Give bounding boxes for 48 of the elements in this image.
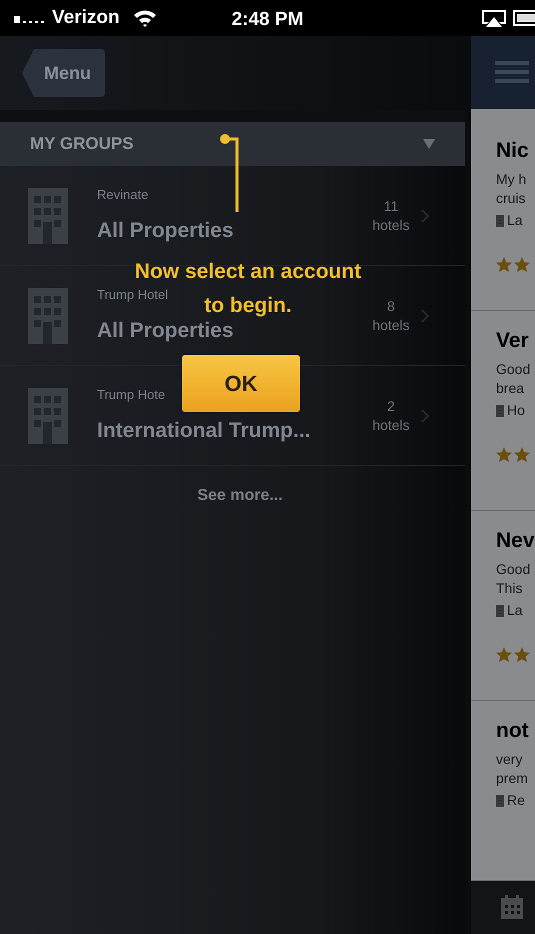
chevron-icon [421, 408, 429, 422]
account-name: Trump Hotel [97, 286, 168, 304]
calendar-icon[interactable] [501, 895, 523, 920]
battery-icon [513, 10, 535, 26]
hotel-name: La [507, 211, 523, 230]
review-title: not [496, 718, 529, 744]
clock-text: 2:48 PM [232, 9, 304, 30]
hotel-unit: hotels [371, 316, 411, 334]
review-text: Good [496, 560, 530, 580]
review-title: Nev [496, 528, 535, 554]
account-name: Trump Hote [97, 386, 166, 404]
hotel-name: Ho [507, 401, 525, 420]
coach-message: to begin. [204, 293, 292, 319]
carrier-name: Verizon [52, 6, 120, 30]
star-rating-drawing [496, 647, 530, 662]
review-text: very [496, 750, 522, 770]
hotel-name: Re [507, 791, 525, 810]
review-text: My h [496, 170, 526, 190]
chevron-icon [421, 208, 429, 222]
menu-icon[interactable] [495, 59, 529, 86]
see-more-link[interactable]: See more... [197, 466, 283, 526]
group-name: All Properties [97, 318, 234, 344]
airplay-icon [481, 8, 507, 28]
account-name: Revinate [97, 186, 148, 204]
review-text: cruis [496, 189, 526, 208]
star-rating-drawing [496, 447, 530, 462]
wifi-icon [132, 8, 158, 28]
hotel-unit: hotels [371, 416, 411, 434]
hotel-name: La [507, 601, 523, 620]
section-title: MY GROUPS [30, 133, 134, 156]
ok-button[interactable]: OK [182, 355, 300, 412]
coach-message: Now select an account [134, 259, 362, 285]
review-text: prem [496, 769, 528, 788]
review-title: Ver [496, 328, 529, 354]
hotel-count: 2 [386, 397, 396, 416]
star-rating-drawing [496, 257, 530, 272]
group-name: International Trump... [97, 418, 311, 444]
dropdown-triangle-icon[interactable] [423, 139, 435, 149]
review-text: Good [496, 360, 530, 380]
review-title: Nic [496, 138, 529, 164]
hotel-unit: hotels [371, 216, 411, 234]
group-name: All Properties [97, 218, 234, 244]
hotel-count: 11 [382, 197, 400, 216]
back-button[interactable]: Menu [22, 49, 105, 97]
chevron-icon [421, 308, 429, 322]
review-text: brea [496, 379, 524, 398]
review-text: This [496, 579, 522, 598]
hotel-count: 8 [386, 297, 396, 316]
